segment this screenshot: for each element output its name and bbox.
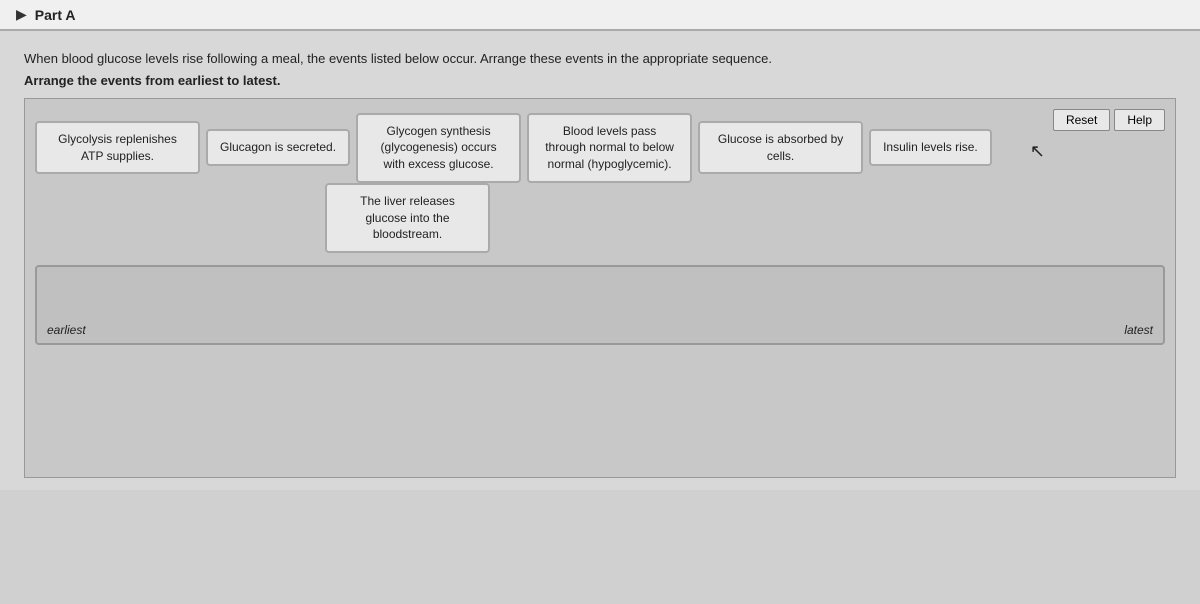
collapse-icon[interactable]: ▶	[16, 6, 27, 23]
card-glucose-absorbed[interactable]: Glucose is absorbed by cells.	[698, 121, 863, 175]
drop-zone-label-latest: latest	[1124, 323, 1153, 337]
top-bar: ▶ Part A	[0, 0, 1200, 31]
card-blood-levels[interactable]: Blood levels pass through normal to belo…	[527, 113, 692, 183]
part-label: Part A	[35, 7, 76, 23]
work-area: Reset Help Glycolysis replenishes ATP su…	[24, 98, 1176, 478]
card-glycolysis[interactable]: Glycolysis replenishes ATP supplies.	[35, 121, 200, 175]
card-glucagon[interactable]: Glucagon is secreted.	[206, 129, 350, 166]
instruction-line2: Arrange the events from earliest to late…	[24, 73, 1176, 88]
card-insulin-levels[interactable]: Insulin levels rise.	[869, 129, 992, 166]
instruction-line1: When blood glucose levels rise following…	[24, 49, 1176, 69]
reset-button[interactable]: Reset	[1053, 109, 1110, 131]
action-buttons: Reset Help	[1053, 109, 1165, 131]
card-liver-releases[interactable]: The liver releases glucose into the bloo…	[325, 183, 490, 253]
help-button[interactable]: Help	[1114, 109, 1165, 131]
main-content: When blood glucose levels rise following…	[0, 31, 1200, 490]
event-cards-row2: The liver releases glucose into the bloo…	[35, 183, 1165, 253]
card-glycogen[interactable]: Glycogen synthesis (glycogenesis) occurs…	[356, 113, 521, 183]
drop-zone[interactable]: earliest latest	[35, 265, 1165, 345]
cursor-icon: ↖	[1030, 141, 1045, 162]
event-cards-row1: Glycolysis replenishes ATP supplies. Glu…	[35, 113, 1165, 183]
drop-zone-label-earliest: earliest	[47, 323, 86, 337]
